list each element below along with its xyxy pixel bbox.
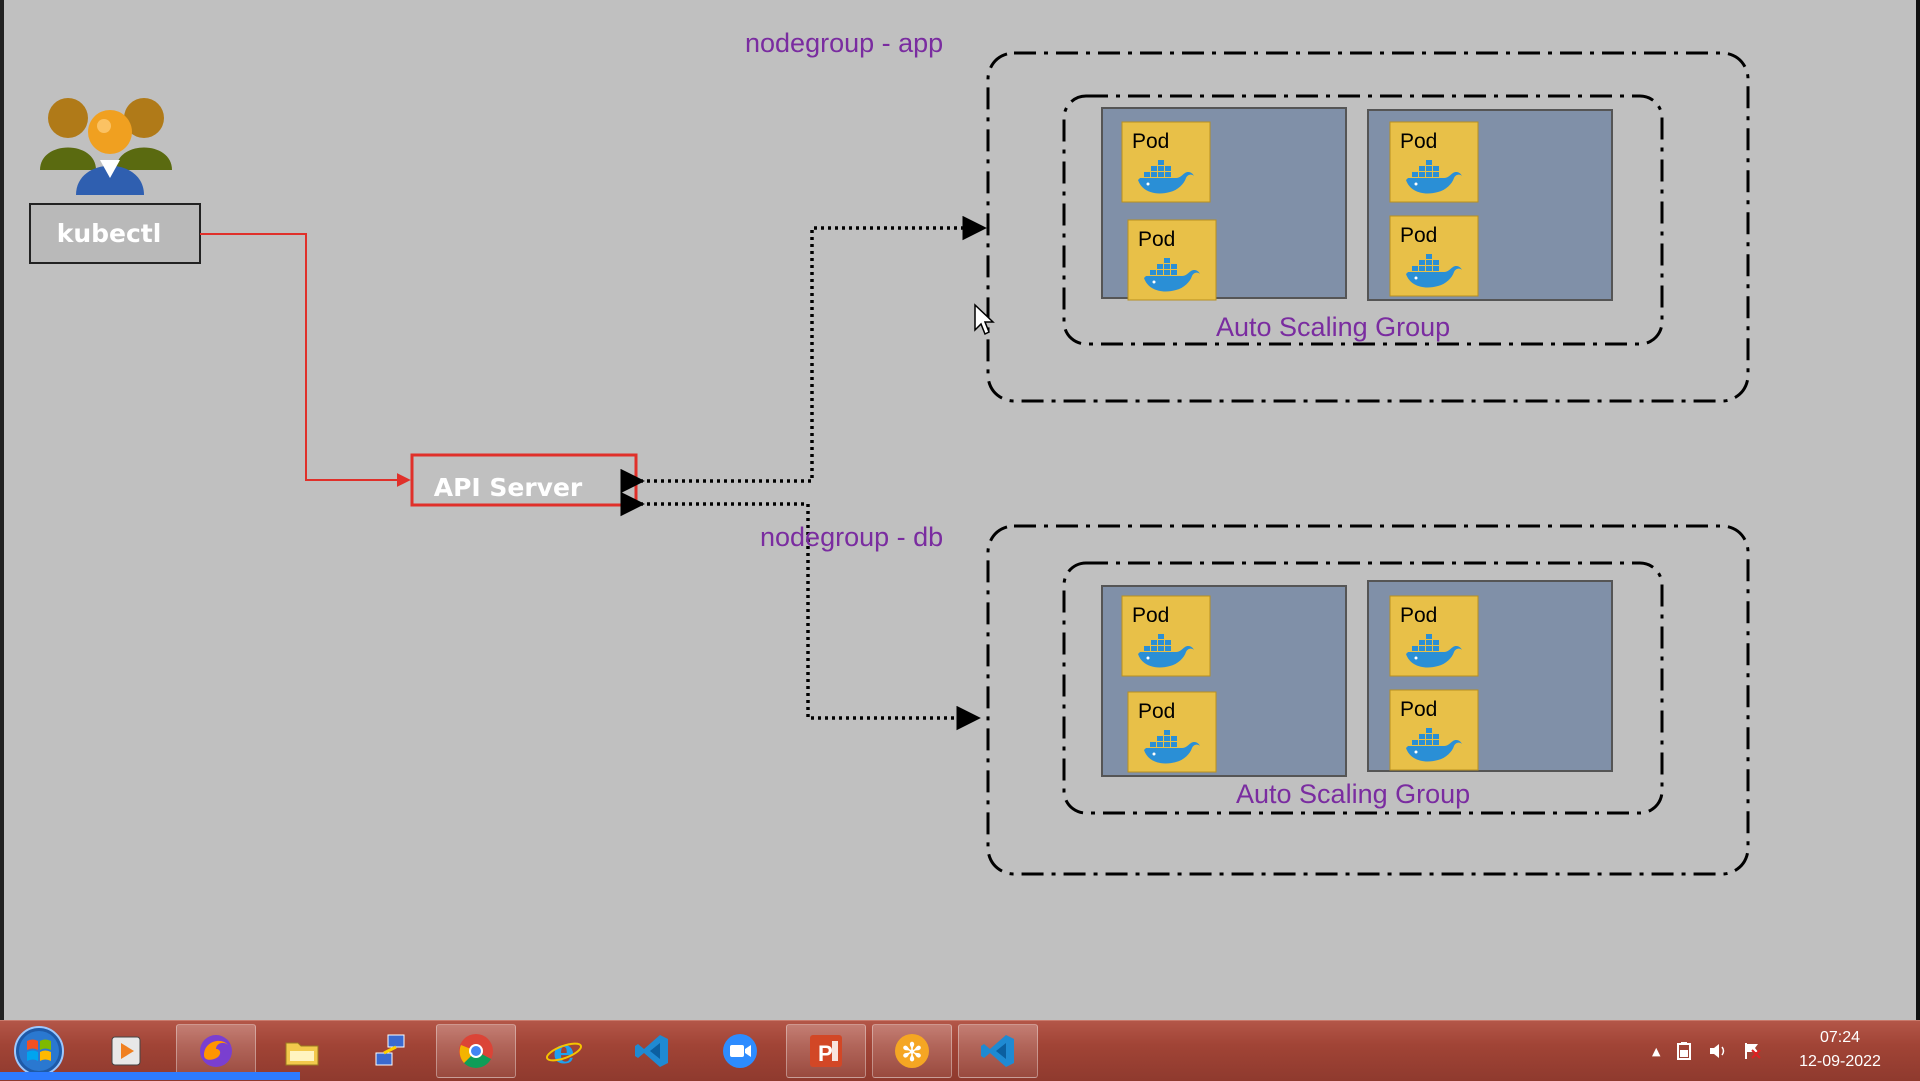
users-icon bbox=[40, 98, 172, 195]
vscode-icon bbox=[635, 1035, 668, 1067]
screen: kubectl API Server nodegroup - app nodeg… bbox=[0, 0, 1920, 1081]
battery-icon[interactable] bbox=[1674, 1041, 1694, 1061]
clock-date: 12-09-2022 bbox=[1799, 1053, 1881, 1070]
kubectl-to-api-connector bbox=[200, 233, 411, 487]
pod-label: Pod bbox=[1400, 698, 1437, 721]
pod-label: Pod bbox=[1400, 224, 1437, 247]
taskbar-zoom[interactable] bbox=[700, 1024, 780, 1078]
nodegroup-db-label: nodegroup - db bbox=[760, 522, 943, 552]
action-center-flag-icon[interactable] bbox=[1742, 1041, 1762, 1061]
taskbar-media-player[interactable] bbox=[86, 1024, 166, 1078]
taskbar-file-explorer[interactable] bbox=[262, 1024, 342, 1078]
window-edge-right bbox=[1916, 0, 1920, 1020]
asterisk-app-icon: ✻ bbox=[895, 1034, 929, 1068]
powerpoint-icon: P bbox=[810, 1035, 842, 1067]
pod: Pod bbox=[1389, 595, 1479, 677]
taskbar-vscode[interactable] bbox=[612, 1024, 692, 1078]
pod-label: Pod bbox=[1132, 130, 1169, 153]
taskbar-firefox[interactable] bbox=[176, 1024, 256, 1078]
asg-db-label: Auto Scaling Group bbox=[1236, 779, 1470, 809]
pod-label: Pod bbox=[1400, 604, 1437, 627]
api-to-app-connector bbox=[620, 215, 987, 494]
pod: Pod bbox=[1389, 215, 1479, 297]
nodegroup-app-label: nodegroup - app bbox=[745, 28, 943, 58]
taskbar-vscode-active[interactable] bbox=[958, 1024, 1038, 1078]
svg-text:✻: ✻ bbox=[901, 1038, 923, 1068]
pod: Pod bbox=[1127, 219, 1217, 301]
kubectl-label: kubectl bbox=[57, 219, 162, 248]
volume-icon[interactable] bbox=[1708, 1041, 1728, 1061]
pod-label: Pod bbox=[1400, 130, 1437, 153]
video-progress-bar[interactable] bbox=[0, 1072, 300, 1080]
start-button[interactable] bbox=[12, 1024, 66, 1078]
clock[interactable]: 07:24 12-09-2022 bbox=[1780, 1026, 1900, 1074]
media-player-icon bbox=[111, 1036, 141, 1066]
system-tray: ▲ bbox=[1640, 1029, 1762, 1073]
taskbar-chrome[interactable] bbox=[436, 1024, 516, 1078]
taskbar-powerpoint[interactable]: P bbox=[786, 1024, 866, 1078]
taskbar-network-tool[interactable] bbox=[350, 1024, 430, 1078]
chrome-icon bbox=[459, 1034, 493, 1068]
pod-label: Pod bbox=[1138, 228, 1175, 251]
zoom-icon bbox=[723, 1034, 757, 1068]
pod: Pod bbox=[1389, 121, 1479, 203]
folder-icon bbox=[285, 1042, 319, 1066]
svg-text:e: e bbox=[553, 1032, 575, 1071]
architecture-diagram: kubectl API Server nodegroup - app nodeg… bbox=[29, 28, 1750, 876]
vscode-icon bbox=[981, 1035, 1014, 1067]
pod: Pod bbox=[1127, 691, 1217, 773]
firefox-icon bbox=[200, 1035, 232, 1067]
internet-explorer-icon: e bbox=[545, 1032, 583, 1071]
taskbar-app-orange[interactable]: ✻ bbox=[872, 1024, 952, 1078]
pod: Pod bbox=[1121, 121, 1211, 203]
svg-text:P: P bbox=[818, 1041, 833, 1066]
asg-app-label: Auto Scaling Group bbox=[1216, 312, 1450, 342]
mouse-cursor-icon bbox=[974, 303, 995, 336]
pod: Pod bbox=[1121, 595, 1211, 677]
clock-time: 07:24 bbox=[1819, 1029, 1861, 1046]
slide-canvas: kubectl API Server nodegroup - app nodeg… bbox=[4, 0, 1916, 1020]
pod-label: Pod bbox=[1132, 604, 1169, 627]
api-server-label: API Server bbox=[434, 473, 583, 502]
network-computers-icon bbox=[375, 1034, 405, 1066]
pod: Pod bbox=[1389, 689, 1479, 771]
taskbar-internet-explorer[interactable]: e bbox=[524, 1024, 604, 1078]
pod-label: Pod bbox=[1138, 700, 1175, 723]
tray-expand-icon[interactable]: ▲ bbox=[1652, 1045, 1660, 1058]
